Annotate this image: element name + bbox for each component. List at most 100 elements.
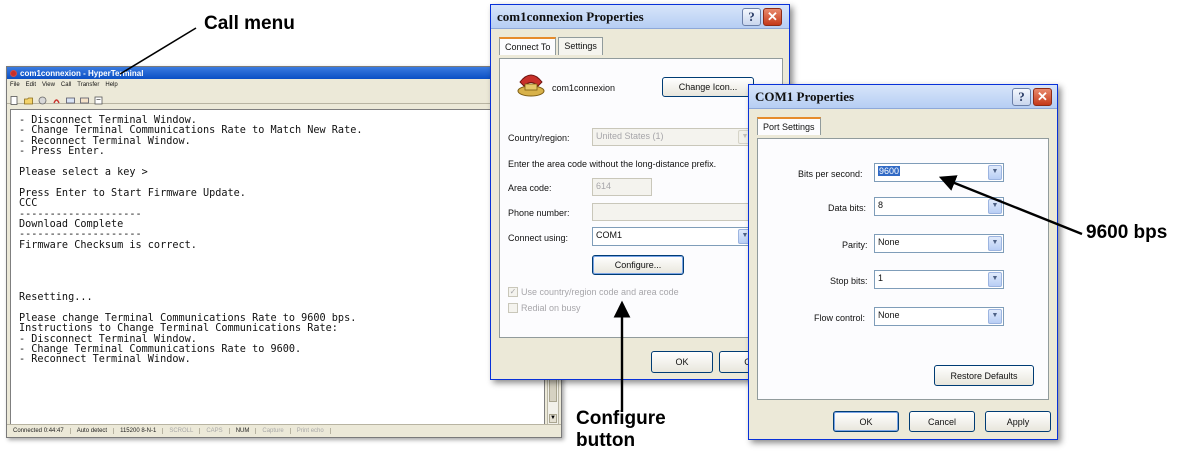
restore-defaults-button[interactable]: Restore Defaults — [934, 365, 1034, 386]
com1-tabs: Port Settings — [749, 109, 1057, 135]
menu-file[interactable]: File — [10, 82, 20, 88]
checkbox-empty-icon — [508, 303, 518, 313]
bits-per-second-label: Bits per second: — [798, 169, 863, 179]
hyperterminal-title-bar[interactable]: com1connexion - HyperTerminal — [7, 67, 561, 79]
hyperterminal-window: com1connexion - HyperTerminal File Edit … — [6, 66, 562, 438]
status-port: 115200 8-N-1 — [114, 428, 164, 434]
status-num: NUM — [230, 428, 257, 434]
menu-help[interactable]: Help — [105, 82, 117, 88]
properties-icon[interactable] — [94, 92, 103, 105]
open-icon[interactable] — [24, 92, 33, 105]
chevron-down-icon[interactable]: ▼ — [988, 309, 1002, 324]
stop-bits-value: 1 — [878, 273, 884, 283]
chevron-down-icon[interactable]: ▼ — [988, 236, 1002, 251]
checkbox-checked-icon: ✓ — [508, 287, 518, 297]
area-code-field: 614 — [592, 178, 652, 196]
com1-properties-title: COM1 Properties — [755, 88, 855, 104]
flow-control-select[interactable]: None ▼ — [874, 307, 1004, 326]
status-capture: Capture — [256, 428, 291, 434]
terminal-line: - Press Enter. — [19, 146, 105, 158]
com1-properties-title-bar[interactable]: COM1 Properties ? ✕ — [749, 85, 1057, 109]
status-scroll: SCROLL — [163, 428, 201, 434]
parity-select[interactable]: None ▼ — [874, 234, 1004, 253]
ok-button[interactable]: OK — [651, 351, 713, 373]
phone-number-field[interactable] — [592, 203, 754, 221]
stop-bits-select[interactable]: 1 ▼ — [874, 270, 1004, 289]
connection-name: com1connexion — [552, 83, 616, 93]
flow-control-label: Flow control: — [814, 313, 866, 323]
country-region-value: United States (1) — [596, 131, 664, 141]
use-country-code-checkbox[interactable]: ✓ Use country/region code and area code — [508, 287, 679, 297]
area-code-label: Area code: — [508, 183, 552, 193]
tab-settings[interactable]: Settings — [558, 37, 603, 55]
phone-number-label: Phone number: — [508, 208, 570, 218]
disconnect-icon[interactable] — [52, 92, 61, 104]
receive-icon[interactable] — [80, 92, 89, 104]
terminal-line: Press Enter to Start Firmware Update. — [19, 187, 246, 199]
hyperterminal-title: com1connexion - HyperTerminal — [20, 68, 144, 78]
bits-per-second-value: 9600 — [878, 166, 901, 176]
chevron-down-icon[interactable]: ▼ — [988, 272, 1002, 287]
terminal-line: Resetting... — [19, 291, 93, 303]
connect-using-label: Connect using: — [508, 233, 569, 243]
com1connexion-properties-title: com1connexion Properties — [497, 8, 644, 24]
area-code-value: 614 — [596, 181, 612, 191]
menu-view[interactable]: View — [42, 82, 55, 88]
bits-per-second-select[interactable]: 9600 ▼ — [874, 163, 1004, 182]
com1connexion-properties-title-bar[interactable]: com1connexion Properties ? ✕ — [491, 5, 789, 29]
redial-on-busy-label: Redial on busy — [521, 303, 581, 313]
new-connection-icon[interactable] — [10, 92, 19, 105]
close-icon[interactable]: ✕ — [1033, 88, 1052, 106]
area-code-prompt: Enter the area code without the long-dis… — [508, 159, 717, 169]
chevron-down-icon[interactable]: ▼ — [988, 165, 1002, 180]
data-bits-label: Data bits: — [828, 203, 867, 213]
use-country-code-label: Use country/region code and area code — [521, 287, 679, 297]
cancel-button[interactable]: Cancel — [909, 411, 975, 432]
terminal-output[interactable]: - Disconnect Terminal Window. - Change Te… — [10, 109, 545, 425]
connect-icon[interactable] — [38, 92, 47, 105]
hyperterminal-menubar: File Edit View Call Transfer Help — [7, 79, 561, 90]
country-region-select: United States (1) ▼ — [592, 128, 754, 146]
ok-button[interactable]: OK — [833, 411, 899, 432]
configure-button-callout: Configure button — [576, 408, 666, 451]
connect-using-value: COM1 — [596, 230, 623, 240]
terminal-line: Firmware Checksum is correct. — [19, 239, 197, 251]
help-icon[interactable]: ? — [1012, 88, 1031, 106]
terminal-line: - Reconnect Terminal Window. — [19, 354, 191, 366]
send-icon[interactable] — [66, 92, 75, 104]
call-menu-callout: Call menu — [204, 13, 295, 34]
status-print-echo: Print echo — [291, 428, 331, 434]
status-connected: Connected 0:44:47 — [7, 428, 71, 434]
menu-transfer[interactable]: Transfer — [77, 82, 99, 88]
tab-port-settings[interactable]: Port Settings — [757, 117, 821, 135]
bps-callout: 9600 bps — [1086, 222, 1168, 243]
connect-using-select[interactable]: COM1 ▼ — [592, 227, 754, 246]
com1connexion-tabs: Connect To Settings — [491, 29, 789, 55]
terminal-line: Instructions to Change Terminal Communic… — [19, 323, 338, 335]
com1connexion-properties-dialog: com1connexion Properties ? ✕ Connect To … — [490, 4, 790, 380]
configure-button[interactable]: Configure... — [592, 255, 684, 275]
phone-connection-icon — [516, 69, 546, 102]
menu-call[interactable]: Call — [61, 82, 71, 88]
redial-on-busy-checkbox[interactable]: Redial on busy — [508, 303, 581, 313]
flow-control-value: None — [878, 310, 900, 320]
data-bits-value: 8 — [878, 200, 884, 210]
parity-value: None — [878, 237, 900, 247]
apply-button[interactable]: Apply — [985, 411, 1051, 432]
help-icon[interactable]: ? — [742, 8, 761, 26]
tab-connect-to[interactable]: Connect To — [499, 37, 557, 55]
change-icon-button[interactable]: Change Icon... — [662, 77, 754, 97]
status-caps: CAPS — [200, 428, 230, 434]
connect-to-panel: com1connexion Change Icon... Country/reg… — [499, 58, 783, 338]
hyperterminal-statusbar: Connected 0:44:47 Auto detect 115200 8-N… — [7, 424, 561, 437]
chevron-down-icon[interactable]: ▼ — [988, 199, 1002, 214]
menu-edit[interactable]: Edit — [26, 82, 36, 88]
scroll-down-icon[interactable]: ▼ — [549, 414, 557, 423]
close-icon[interactable]: ✕ — [763, 8, 782, 26]
hyperterminal-toolbar — [7, 90, 561, 105]
data-bits-select[interactable]: 8 ▼ — [874, 197, 1004, 216]
